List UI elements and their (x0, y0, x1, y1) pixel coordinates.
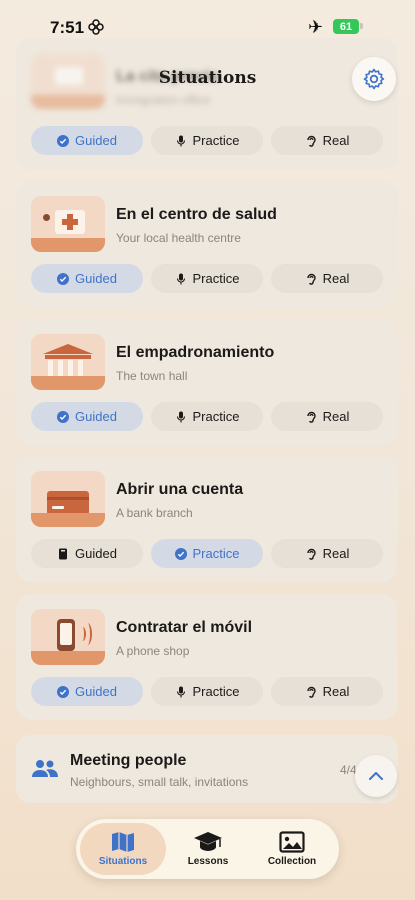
battery-cap (360, 23, 363, 29)
real-button[interactable]: Real (271, 677, 383, 706)
ear-icon (306, 135, 316, 147)
tab-lessons[interactable]: Lessons (165, 823, 251, 875)
real-button[interactable]: Real (271, 539, 383, 568)
battery-level: 61 (339, 20, 353, 33)
real-button[interactable]: Real (271, 402, 383, 431)
group-subtitle: Neighbours, small talk, invitations (70, 775, 249, 789)
real-label: Real (322, 133, 350, 148)
situation-subtitle: The town hall (116, 369, 188, 383)
settings-button[interactable] (352, 57, 396, 101)
tab-label: Lessons (187, 856, 229, 867)
check-circle-icon (57, 410, 70, 423)
situation-card[interactable]: La cita previa Immigration office Guided… (16, 38, 398, 170)
graduation-cap-icon (194, 832, 222, 851)
group-title: Meeting people (70, 752, 187, 769)
microphone-icon (176, 135, 185, 146)
scroll-to-top-button[interactable] (355, 755, 397, 797)
guided-button[interactable]: Guided (31, 126, 143, 155)
guided-label: Guided (75, 546, 117, 561)
microphone-icon (176, 273, 185, 284)
microphone-icon (176, 411, 185, 422)
practice-label: Practice (192, 409, 240, 424)
situation-title: Contratar el móvil (116, 619, 253, 636)
status-bar: 7:51 ✈ 61 (0, 0, 415, 56)
guided-label: Guided (75, 133, 117, 148)
real-label: Real (322, 271, 350, 286)
book-icon (59, 548, 68, 559)
situation-subtitle: A phone shop (116, 644, 190, 658)
check-circle-icon (57, 685, 70, 698)
situation-title: En el centro de salud (116, 206, 277, 223)
practice-label: Practice (192, 546, 240, 561)
ear-icon (306, 686, 316, 698)
practice-button[interactable]: Practice (151, 677, 263, 706)
practice-button[interactable]: Practice (151, 264, 263, 293)
situation-title: El empadronamiento (116, 344, 275, 361)
real-button[interactable]: Real (271, 264, 383, 293)
map-icon (112, 832, 134, 852)
real-label: Real (322, 546, 350, 561)
check-circle-icon (174, 547, 187, 560)
practice-label: Practice (192, 271, 240, 286)
situation-subtitle: Your local health centre (116, 231, 241, 245)
real-label: Real (322, 409, 350, 424)
guided-button[interactable]: Guided (31, 402, 143, 431)
situation-thumbnail (31, 196, 105, 252)
situation-card[interactable]: Abrir una cuenta A bank branch Guided Pr… (16, 456, 398, 582)
practice-label: Practice (192, 133, 240, 148)
situation-subtitle: A bank branch (116, 506, 193, 520)
ear-icon (306, 548, 316, 560)
tab-collection[interactable]: Collection (249, 823, 335, 875)
airplane-mode-icon: ✈ (308, 17, 324, 37)
battery-icon: 61 (333, 19, 359, 34)
situation-thumbnail (31, 334, 105, 390)
situation-thumbnail (31, 609, 105, 665)
ear-icon (306, 273, 316, 285)
guided-label: Guided (75, 409, 117, 424)
gear-icon (363, 68, 385, 90)
situation-card[interactable]: En el centro de salud Your local health … (16, 181, 398, 307)
real-button[interactable]: Real (271, 126, 383, 155)
real-label: Real (322, 684, 350, 699)
practice-button[interactable]: Practice (151, 126, 263, 155)
situation-subtitle: Immigration office (116, 93, 211, 107)
tab-label: Collection (267, 856, 317, 867)
tab-label: Situations (98, 856, 148, 867)
guided-button[interactable]: Guided (31, 677, 143, 706)
practice-button[interactable]: Practice (151, 539, 263, 568)
status-time: 7:51 (50, 18, 85, 37)
check-circle-icon (57, 134, 70, 147)
microphone-icon (176, 686, 185, 697)
people-icon (32, 760, 58, 777)
guided-label: Guided (75, 684, 117, 699)
guided-label: Guided (75, 271, 117, 286)
situation-group-row[interactable]: Meeting people Neighbours, small talk, i… (16, 735, 398, 803)
situation-thumbnail (31, 471, 105, 527)
situation-card[interactable]: Contratar el móvil A phone shop Guided P… (16, 594, 398, 720)
tab-bar: Situations Lessons Collection (76, 819, 339, 879)
focus-mode-icon (88, 19, 104, 35)
tab-situations[interactable]: Situations (80, 823, 166, 875)
practice-label: Practice (192, 684, 240, 699)
guided-button[interactable]: Guided (31, 264, 143, 293)
guided-button[interactable]: Guided (31, 539, 143, 568)
ear-icon (306, 411, 316, 423)
situation-title: Abrir una cuenta (116, 481, 244, 498)
situation-card[interactable]: El empadronamiento The town hall Guided … (16, 319, 398, 445)
practice-button[interactable]: Practice (151, 402, 263, 431)
check-circle-icon (57, 272, 70, 285)
photo-icon (279, 831, 305, 853)
chevron-up-icon (369, 772, 383, 780)
